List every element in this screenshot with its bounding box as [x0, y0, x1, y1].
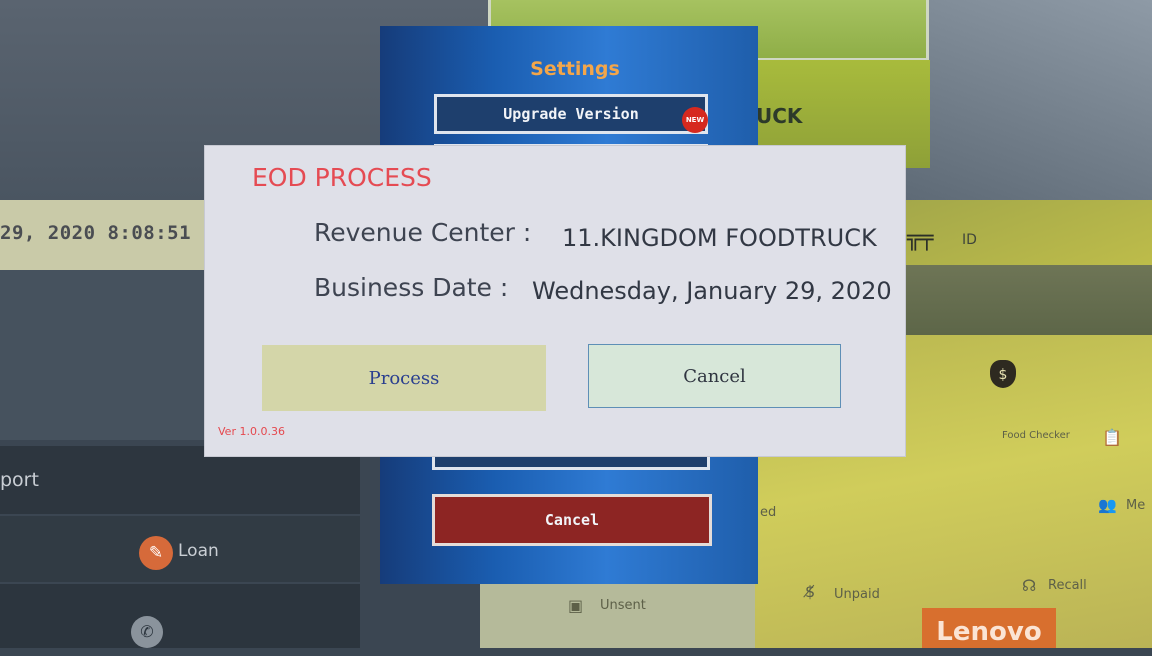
right-strip	[905, 265, 1152, 335]
process-button[interactable]: Process	[262, 345, 546, 411]
dialog-title: EOD PROCESS	[252, 163, 432, 192]
unsent-icon: ▣	[568, 596, 584, 615]
unsent-label[interactable]: Unsent	[600, 598, 646, 613]
business-date-label: Business Date :	[314, 273, 509, 302]
recall-icon: ☊	[1022, 576, 1037, 595]
version-label: Ver 1.0.0.36	[218, 425, 285, 438]
left-menu-loan-label: Loan	[178, 541, 219, 561]
recall-label[interactable]: Recall	[1048, 578, 1087, 593]
unpaid-icon: $̸	[805, 582, 816, 601]
datetime-text: 29, 2020 8:08:51	[0, 222, 192, 244]
background-top-right	[905, 0, 1152, 200]
settings-title: Settings	[530, 58, 620, 80]
cancel-button[interactable]: Cancel	[588, 344, 841, 408]
left-menu-report[interactable]	[0, 446, 360, 514]
ed-label: ed	[760, 505, 777, 520]
food-checker-label[interactable]: Food Checker	[1002, 430, 1070, 441]
revenue-center-label: Revenue Center :	[314, 218, 532, 247]
left-menu-report-label: port	[0, 469, 39, 491]
money-bag-icon[interactable]: $	[990, 360, 1016, 388]
business-date-value: Wednesday, January 29, 2020	[532, 277, 892, 305]
revenue-center-value: 11.KINGDOM FOODTRUCK	[562, 224, 877, 252]
left-menu-item[interactable]	[0, 584, 360, 648]
lenovo-logo: Lenovo	[922, 608, 1056, 648]
phone-icon: ✆	[131, 616, 163, 648]
people-icon: 👥	[1098, 496, 1117, 514]
loan-icon: ✎	[139, 536, 173, 570]
id-label: ID	[962, 232, 977, 248]
unsent-tile[interactable]	[480, 582, 755, 648]
unpaid-label[interactable]: Unpaid	[834, 587, 880, 602]
new-badge: NEW	[682, 107, 708, 133]
me-label[interactable]: Me	[1126, 498, 1145, 513]
truck-tile-label: UCK	[756, 104, 803, 128]
clipboard-icon[interactable]: 📋	[1102, 428, 1122, 447]
upgrade-version-button[interactable]: Upgrade Version	[434, 94, 708, 134]
gun-icon: ╦╤	[907, 226, 934, 251]
settings-cancel-button[interactable]: Cancel	[432, 494, 712, 546]
